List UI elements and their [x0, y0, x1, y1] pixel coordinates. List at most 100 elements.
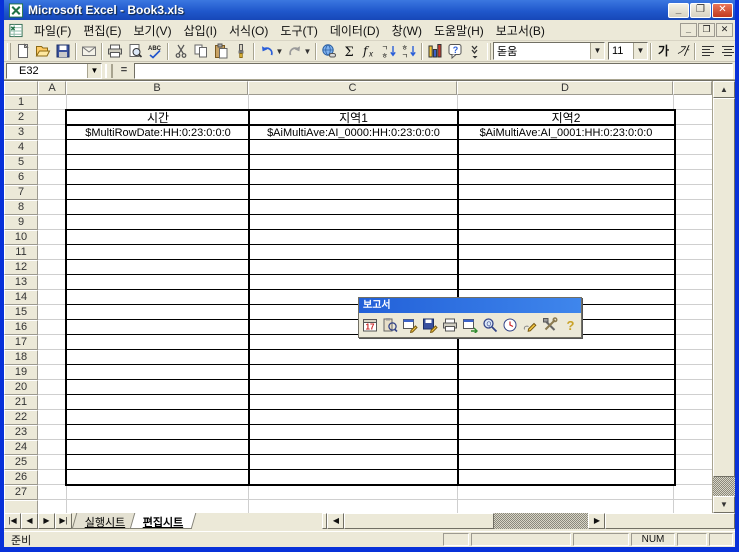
scroll-left-icon[interactable]: ◀	[327, 513, 344, 529]
name-box-dropdown-icon[interactable]: ▼	[87, 64, 101, 78]
font-size-combo[interactable]: 11 ▼	[608, 42, 648, 60]
report-print-icon[interactable]	[440, 315, 460, 335]
report-help-icon[interactable]: ?	[560, 315, 580, 335]
row-header-18[interactable]: 18	[4, 350, 38, 365]
row-header-24[interactable]: 24	[4, 440, 38, 455]
scroll-down-icon[interactable]: ▼	[713, 496, 735, 513]
print-icon[interactable]	[105, 41, 125, 61]
menu-item[interactable]: 파일(F)	[28, 20, 77, 41]
row-header-23[interactable]: 23	[4, 425, 38, 440]
column-header-c[interactable]: C	[248, 81, 457, 95]
row-header-1[interactable]: 1	[4, 95, 38, 110]
row-header-3[interactable]: 3	[4, 125, 38, 140]
save-icon[interactable]	[53, 41, 73, 61]
align-center-icon[interactable]	[718, 41, 735, 61]
sort-descending-icon[interactable]: ㅎㄱ	[399, 41, 419, 61]
row-header-14[interactable]: 14	[4, 290, 38, 305]
copy-icon[interactable]	[191, 41, 211, 61]
close-button[interactable]: ✕	[712, 3, 733, 18]
report-write-icon[interactable]	[520, 315, 540, 335]
row-header-20[interactable]: 20	[4, 380, 38, 395]
report-time-icon[interactable]	[500, 315, 520, 335]
select-all-corner[interactable]	[4, 81, 38, 95]
formatting-toolbar-grip[interactable]	[487, 43, 491, 60]
align-left-icon[interactable]	[698, 41, 718, 61]
formula-input[interactable]	[134, 63, 733, 79]
row-header-12[interactable]: 12	[4, 260, 38, 275]
menu-item[interactable]: 서식(O)	[223, 20, 274, 41]
row-header-19[interactable]: 19	[4, 365, 38, 380]
spelling-icon[interactable]: ABC	[145, 41, 165, 61]
help-icon[interactable]: ?	[445, 41, 465, 61]
bold-button[interactable]: 가	[654, 42, 673, 61]
scroll-right-icon[interactable]: ▶	[588, 513, 605, 529]
vertical-scroll-thumb[interactable]	[713, 98, 735, 477]
new-workbook-icon[interactable]	[13, 41, 33, 61]
cut-icon[interactable]	[171, 41, 191, 61]
menu-item[interactable]: 삽입(I)	[178, 20, 223, 41]
workbook-restore-button[interactable]: ❐	[698, 23, 715, 37]
menu-item[interactable]: 편집(E)	[77, 20, 127, 41]
minimize-button[interactable]: _	[668, 3, 689, 18]
row-header-17[interactable]: 17	[4, 335, 38, 350]
menu-item[interactable]: 보기(V)	[127, 20, 177, 41]
chart-wizard-icon[interactable]	[425, 41, 445, 61]
row-header-11[interactable]: 11	[4, 245, 38, 260]
menu-item[interactable]: 도움말(H)	[428, 20, 490, 41]
row-header-26[interactable]: 26	[4, 470, 38, 485]
row-header-2[interactable]: 2	[4, 110, 38, 125]
report-date-icon[interactable]: 17	[360, 315, 380, 335]
row-header-6[interactable]: 6	[4, 170, 38, 185]
email-icon[interactable]	[79, 41, 99, 61]
row-header-4[interactable]: 4	[4, 140, 38, 155]
insert-hyperlink-icon[interactable]	[319, 41, 339, 61]
report-save-icon[interactable]	[420, 315, 440, 335]
italic-button[interactable]: 가	[671, 42, 693, 61]
equals-button[interactable]: =	[116, 63, 132, 78]
row-header-13[interactable]: 13	[4, 275, 38, 290]
report-edit-icon[interactable]	[400, 315, 420, 335]
report-tools-icon[interactable]	[540, 315, 560, 335]
table-header-cell[interactable]: 시간	[67, 111, 249, 125]
table-formula-cell[interactable]: $AiMultiAve:AI_0000:HH:0:23:0:0:0	[249, 126, 458, 140]
title-bar[interactable]: Microsoft Excel - Book3.xls _ ❐ ✕	[4, 0, 735, 20]
row-header-15[interactable]: 15	[4, 305, 38, 320]
report-preview-icon[interactable]	[380, 315, 400, 335]
font-name-dropdown-icon[interactable]: ▼	[590, 43, 604, 59]
next-sheet-button[interactable]: ▶	[38, 513, 55, 529]
row-header-25[interactable]: 25	[4, 455, 38, 470]
row-header-7[interactable]: 7	[4, 185, 38, 200]
row-header-27[interactable]: 27	[4, 485, 38, 500]
undo-icon[interactable]: ▼	[257, 41, 285, 61]
vertical-scrollbar[interactable]: ▲ ▼	[712, 81, 735, 513]
font-name-combo[interactable]: 돋움 ▼	[493, 42, 605, 60]
sheet-tab-편집시트[interactable]: 편집시트	[130, 513, 197, 529]
report-zoom-icon[interactable]: Q	[480, 315, 500, 335]
menu-item[interactable]: 도구(T)	[274, 20, 323, 41]
maximize-button[interactable]: ❐	[690, 3, 711, 18]
table-formula-cell[interactable]: $MultiRowDate:HH:0:23:0:0:0	[67, 126, 249, 140]
column-header-b[interactable]: B	[66, 81, 248, 95]
horizontal-scroll-thumb[interactable]	[344, 513, 494, 529]
report-toolbar-titlebar[interactable]: 보고서	[359, 298, 581, 313]
font-size-dropdown-icon[interactable]: ▼	[633, 43, 647, 59]
format-painter-icon[interactable]	[231, 41, 251, 61]
column-header-d[interactable]: D	[457, 81, 673, 95]
sheet-tab-실행시트[interactable]: 실행시트	[72, 513, 139, 529]
row-header-22[interactable]: 22	[4, 410, 38, 425]
table-header-cell[interactable]: 지역1	[249, 111, 458, 125]
paste-icon[interactable]	[211, 41, 231, 61]
table-formula-cell[interactable]: $AiMultiAve:AI_0001:HH:0:23:0:0:0	[458, 126, 674, 140]
more-buttons-icon[interactable]	[465, 41, 485, 61]
row-header-8[interactable]: 8	[4, 200, 38, 215]
sort-ascending-icon[interactable]: ㄱㅎ	[379, 41, 399, 61]
workbook-close-button[interactable]: ✕	[716, 23, 733, 37]
column-header[interactable]	[673, 81, 712, 95]
vertical-scroll-track[interactable]	[713, 477, 735, 496]
row-header-16[interactable]: 16	[4, 320, 38, 335]
column-header-a[interactable]: A	[38, 81, 66, 95]
horizontal-scroll-track[interactable]	[494, 513, 588, 529]
redo-icon[interactable]: ▼	[285, 41, 313, 61]
row-header-9[interactable]: 9	[4, 215, 38, 230]
paste-function-icon[interactable]: fx	[359, 41, 379, 61]
